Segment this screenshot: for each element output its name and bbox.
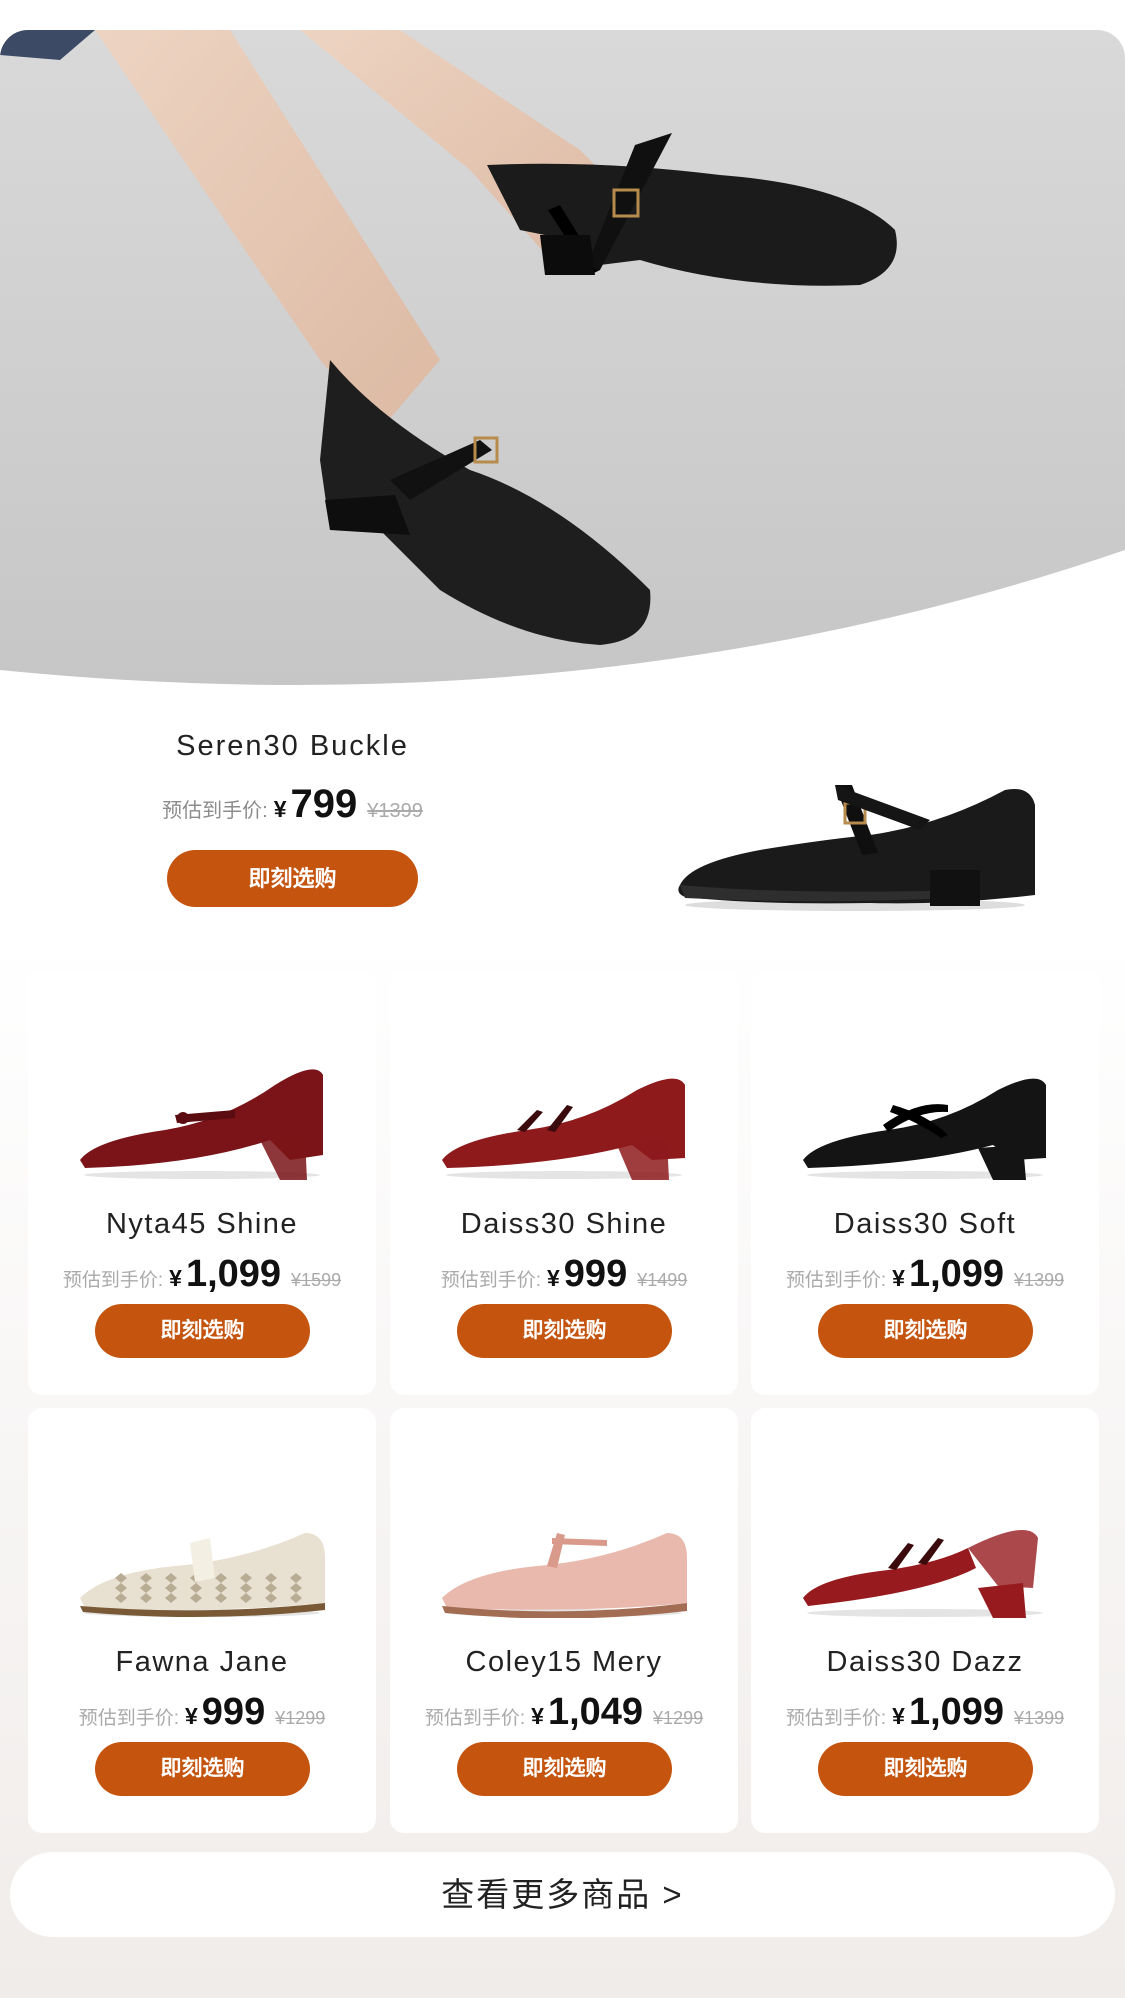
featured-shoe-image[interactable] [670, 745, 1045, 925]
product-name: Coley15 Mery [465, 1646, 663, 1678]
product-shoe-image[interactable] [798, 1040, 1052, 1180]
hero-photo-shoes-on-legs [0, 30, 1125, 690]
featured-price-row: 预估到手价: ¥799 ¥1399 [0, 782, 585, 827]
product-price-row: 预估到手价: ¥1,099 ¥1399 [751, 1691, 1099, 1734]
view-more-products-button[interactable]: 查看更多商品 > [10, 1852, 1115, 1937]
product-original-price: ¥1299 [653, 1708, 704, 1728]
product-shoe-image[interactable] [437, 1478, 691, 1618]
product-name: Daiss30 Shine [460, 1208, 668, 1240]
product-price: 1,099 [908, 1691, 1005, 1733]
product-price: 1,099 [185, 1253, 282, 1295]
product-card[interactable]: Nyta45 Shine 预估到手价: ¥1,099 ¥1599 即刻选购 [28, 970, 376, 1395]
buy-now-button[interactable]: 即刻选购 [818, 1304, 1033, 1358]
product-price-row: 预估到手价: ¥1,049 ¥1299 [390, 1691, 738, 1734]
buy-now-button[interactable]: 即刻选购 [457, 1304, 672, 1358]
product-shoe-image[interactable] [437, 1040, 691, 1180]
product-price: 999 [563, 1253, 628, 1295]
product-original-price: ¥1399 [1014, 1708, 1065, 1728]
product-price: 999 [201, 1691, 266, 1733]
product-card[interactable]: Daiss30 Shine 预估到手价: ¥999 ¥1499 即刻选购 [390, 970, 738, 1395]
product-price: 1,099 [908, 1253, 1005, 1295]
product-name: Daiss30 Soft [833, 1208, 1017, 1240]
estimated-price-label: 预估到手价: [78, 1708, 179, 1729]
currency-symbol: ¥ [892, 1265, 905, 1291]
product-original-price: ¥1299 [275, 1708, 326, 1728]
buy-now-button[interactable]: 即刻选购 [457, 1742, 672, 1796]
featured-original-price: ¥1399 [367, 800, 423, 822]
currency-symbol: ¥ [169, 1265, 182, 1291]
featured-buy-now-button[interactable]: 即刻选购 [167, 850, 418, 907]
product-shoe-image[interactable] [75, 1040, 329, 1180]
promo-page: Seren30 Buckle 预估到手价: ¥799 ¥1399 即刻选购 Nyta… [0, 0, 1125, 1998]
product-price: 1,049 [547, 1691, 644, 1733]
currency-symbol: ¥ [531, 1703, 544, 1729]
product-price-row: 预估到手价: ¥1,099 ¥1399 [751, 1253, 1099, 1296]
product-shoe-image[interactable] [798, 1478, 1052, 1618]
currency-symbol: ¥ [273, 796, 287, 822]
product-original-price: ¥1599 [291, 1270, 342, 1290]
featured-product: Seren30 Buckle 预估到手价: ¥799 ¥1399 即刻选购 [0, 690, 1125, 940]
product-name: Daiss30 Dazz [826, 1646, 1024, 1678]
estimated-price-label: 预估到手价: [424, 1708, 526, 1729]
product-price-row: 预估到手价: ¥999 ¥1299 [28, 1691, 376, 1734]
product-price-row: 预估到手价: ¥1,099 ¥1599 [28, 1253, 376, 1296]
product-price-row: 预估到手价: ¥999 ¥1499 [390, 1253, 738, 1296]
estimated-price-label: 预估到手价: [440, 1270, 541, 1291]
product-name: Nyta45 Shine [105, 1208, 299, 1240]
currency-symbol: ¥ [892, 1703, 905, 1729]
product-original-price: ¥1399 [1014, 1270, 1065, 1290]
featured-product-name: Seren30 Buckle [176, 730, 409, 762]
product-card[interactable]: Coley15 Mery 预估到手价: ¥1,049 ¥1299 即刻选购 [390, 1408, 738, 1833]
product-card[interactable]: Daiss30 Soft 预估到手价: ¥1,099 ¥1399 即刻选购 [751, 970, 1099, 1395]
estimated-price-label: 预估到手价: [162, 800, 268, 822]
buy-now-button[interactable]: 即刻选购 [818, 1742, 1033, 1796]
product-original-price: ¥1499 [637, 1270, 688, 1290]
estimated-price-label: 预估到手价: [785, 1270, 887, 1291]
product-card[interactable]: Fawna Jane 预估到手价: ¥999 ¥1299 即刻选购 [28, 1408, 376, 1833]
product-name: Fawna Jane [115, 1646, 289, 1678]
buy-now-button[interactable]: 即刻选购 [95, 1304, 310, 1358]
product-card[interactable]: Daiss30 Dazz 预估到手价: ¥1,099 ¥1399 即刻选购 [751, 1408, 1099, 1833]
hero-banner-image[interactable] [0, 30, 1125, 690]
currency-symbol: ¥ [547, 1265, 560, 1291]
buy-now-button[interactable]: 即刻选购 [95, 1742, 310, 1796]
estimated-price-label: 预估到手价: [62, 1270, 164, 1291]
product-shoe-image[interactable] [75, 1478, 329, 1618]
estimated-price-label: 预估到手价: [785, 1708, 887, 1729]
featured-price: 799 [290, 782, 358, 826]
currency-symbol: ¥ [185, 1703, 198, 1729]
